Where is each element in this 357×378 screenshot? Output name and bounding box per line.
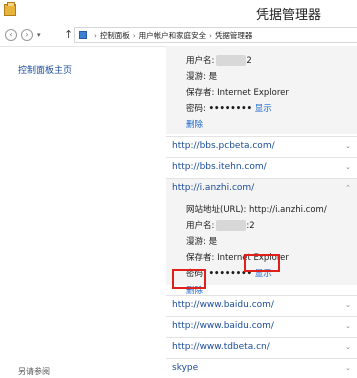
chevron-down-icon: ⌄ xyxy=(345,343,351,351)
credential-row[interactable]: http://bbs.pcbeta.com/ ⌄ xyxy=(166,136,357,157)
password-mask: •••••••• xyxy=(208,104,253,114)
see-also-heading: 另请参阅 xyxy=(18,367,50,376)
chevron-down-icon: ⌄ xyxy=(345,364,351,372)
chevron-up-icon: ⌃ xyxy=(345,184,351,192)
username-row: 用户名: 2 xyxy=(186,55,252,66)
chevron-down-icon: ⌄ xyxy=(345,322,351,330)
recent-pages-chevron-icon[interactable]: ▾ xyxy=(37,31,41,39)
breadcrumb-item-control-panel[interactable]: 控制面板 xyxy=(100,31,130,40)
credential-row[interactable]: http://bbs.itehn.com/ ⌄ xyxy=(166,157,357,178)
roaming-row: 漫游: 是 xyxy=(186,237,218,247)
website-url-row: 网站地址(URL): http://i.anzhi.com/ xyxy=(186,205,327,215)
forward-button[interactable]: › xyxy=(21,29,33,41)
show-password-link[interactable]: 显示 xyxy=(255,104,272,114)
saved-by-row: 保存者: Internet Explorer xyxy=(186,88,289,98)
back-button[interactable]: ‹ xyxy=(5,29,17,41)
breadcrumb-separator-icon: › xyxy=(132,32,136,40)
title-bar: 凭据管理器 xyxy=(0,0,357,24)
breadcrumb-item-credential-manager[interactable]: 凭据管理器 xyxy=(215,31,253,40)
window-title: 凭据管理器 xyxy=(256,8,322,23)
redacted-username xyxy=(216,55,247,66)
address-bar: ‹ › ▾ ↑ › 控制面板 › 用户帐户和家庭安全 › 凭据管理器 xyxy=(0,24,357,47)
breadcrumb[interactable]: › 控制面板 › 用户帐户和家庭安全 › 凭据管理器 xyxy=(74,27,357,43)
credential-row[interactable]: http://www.tdbeta.cn/ ⌄ xyxy=(166,337,357,358)
breadcrumb-separator-icon: › xyxy=(94,32,97,40)
chevron-down-icon: ⌄ xyxy=(345,163,351,171)
credential-list: 用户名: 2 漫游: 是 保存者: Internet Explorer 密码: •… xyxy=(166,46,357,378)
control-panel-home-link[interactable]: 控制面板主页 xyxy=(18,63,72,76)
roaming-row: 漫游: 是 xyxy=(186,72,218,82)
highlight-box xyxy=(244,254,280,272)
redacted-username xyxy=(216,220,247,231)
credential-row[interactable]: http://i.anzhi.com/ ⌃ xyxy=(166,179,357,200)
up-arrow-icon[interactable]: ↑ xyxy=(64,28,73,41)
credential-row[interactable]: http://www.baidu.com/ ⌄ xyxy=(166,295,357,316)
credential-details-partial: 用户名: 2 漫游: 是 保存者: Internet Explorer 密码: •… xyxy=(166,46,357,134)
delete-credential-link[interactable]: 删除 xyxy=(186,118,203,130)
breadcrumb-item-user-accounts[interactable]: 用户帐户和家庭安全 xyxy=(139,31,207,40)
breadcrumb-separator-icon: › xyxy=(209,32,212,40)
chevron-down-icon: ⌄ xyxy=(345,142,351,150)
credential-row[interactable]: skype ⌄ xyxy=(166,358,357,378)
control-panel-icon xyxy=(79,31,87,39)
credential-row[interactable]: http://www.baidu.com/ ⌄ xyxy=(166,316,357,337)
folder-icon xyxy=(4,2,16,16)
chevron-down-icon: ⌄ xyxy=(345,301,351,309)
password-row: 密码: •••••••• 显示 xyxy=(186,104,272,114)
highlight-box xyxy=(172,269,206,289)
username-row: 用户名::2 xyxy=(186,220,255,231)
